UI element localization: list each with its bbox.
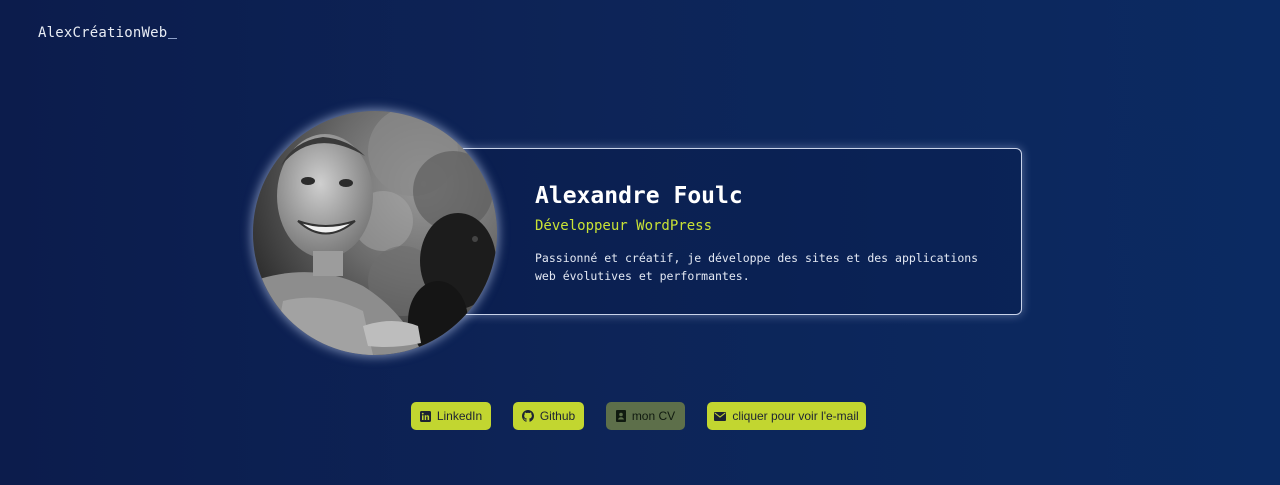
- profile-role: Développeur WordPress: [535, 218, 713, 234]
- profile-name: Alexandre Foulc: [535, 183, 743, 209]
- contact-card-icon: [615, 410, 626, 422]
- linkedin-icon: [419, 410, 431, 422]
- envelope-icon: [714, 411, 727, 421]
- email-label: cliquer pour voir l'e-mail: [732, 409, 859, 423]
- github-label: Github: [539, 409, 576, 423]
- linkedin-label: LinkedIn: [436, 409, 483, 423]
- cv-label: mon CV: [631, 409, 676, 423]
- cv-button[interactable]: mon CV: [606, 402, 685, 430]
- site-logo[interactable]: AlexCréationWeb: [38, 25, 178, 41]
- cursor-underscore: [168, 38, 178, 39]
- profile-bio: Passionné et créatif, je développe des s…: [535, 251, 979, 283]
- github-button[interactable]: Github: [513, 402, 584, 430]
- github-icon: [521, 410, 534, 422]
- linkedin-button[interactable]: LinkedIn: [411, 402, 491, 430]
- email-button[interactable]: cliquer pour voir l'e-mail: [707, 402, 866, 430]
- profile-photo: [253, 111, 497, 355]
- site-logo-text: AlexCréationWeb: [38, 25, 168, 41]
